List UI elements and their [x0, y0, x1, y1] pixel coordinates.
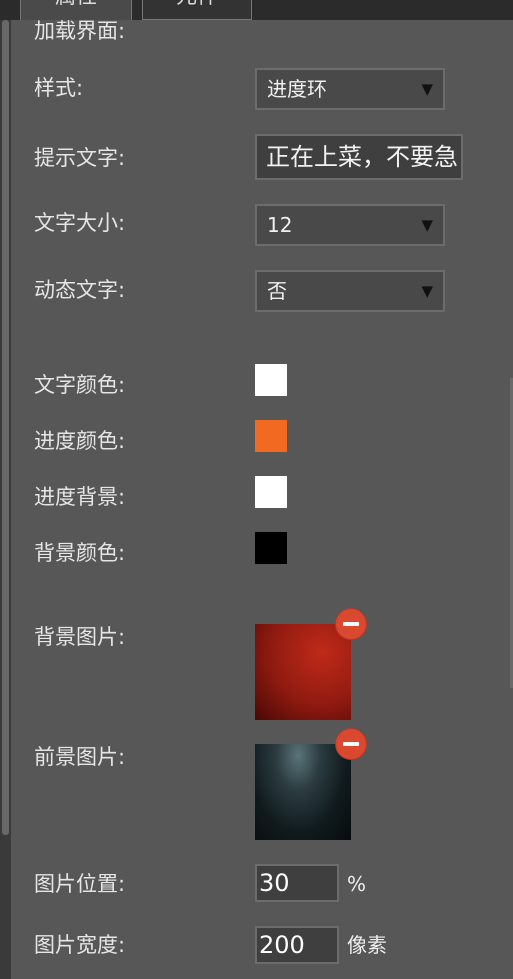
- left-scrollbar-thumb[interactable]: [2, 20, 9, 835]
- progress-color-label: 进度颜色:: [34, 429, 126, 453]
- style-select[interactable]: 进度环 ▼: [255, 68, 445, 110]
- image-position-unit: %: [347, 872, 367, 896]
- section-title: 加载界面:: [34, 19, 126, 43]
- text-color-swatch[interactable]: [255, 364, 287, 396]
- style-select-value: 进度环: [267, 77, 327, 101]
- style-label: 样式:: [34, 76, 84, 100]
- bg-color-label: 背景颜色:: [34, 541, 126, 565]
- dynamic-text-select[interactable]: 否 ▼: [255, 270, 445, 312]
- image-position-input[interactable]: 30: [255, 864, 339, 902]
- caret-down-icon: ▼: [421, 80, 433, 98]
- image-width-label: 图片宽度:: [34, 933, 126, 957]
- bg-image-label: 背景图片:: [34, 625, 126, 649]
- bg-image-thumbnail[interactable]: [255, 624, 351, 720]
- hint-text-label: 提示文字:: [34, 146, 126, 170]
- bg-color-swatch[interactable]: [255, 532, 287, 564]
- image-width-input[interactable]: 200: [255, 926, 339, 964]
- fg-image-thumbnail[interactable]: [255, 744, 351, 840]
- image-position-label: 图片位置:: [34, 872, 126, 896]
- caret-down-icon: ▼: [421, 282, 433, 300]
- image-width-unit: 像素: [347, 933, 387, 957]
- font-size-select[interactable]: 12 ▼: [255, 204, 445, 246]
- progress-bg-swatch[interactable]: [255, 476, 287, 508]
- progress-bg-label: 进度背景:: [34, 485, 126, 509]
- remove-circle-icon[interactable]: [336, 729, 366, 759]
- text-color-label: 文字颜色:: [34, 373, 126, 397]
- hint-text-input[interactable]: 正在上菜，不要急: [255, 134, 463, 180]
- caret-down-icon: ▼: [421, 216, 433, 234]
- font-size-label: 文字大小:: [34, 211, 126, 235]
- dynamic-text-select-value: 否: [267, 279, 287, 303]
- font-size-select-value: 12: [267, 213, 293, 237]
- tab-components[interactable]: 元件: [142, 0, 252, 20]
- dynamic-text-label: 动态文字:: [34, 278, 126, 302]
- fg-image-label: 前景图片:: [34, 745, 126, 769]
- remove-circle-icon[interactable]: [336, 609, 366, 639]
- progress-color-swatch[interactable]: [255, 420, 287, 452]
- tab-properties[interactable]: 属性: [20, 0, 132, 20]
